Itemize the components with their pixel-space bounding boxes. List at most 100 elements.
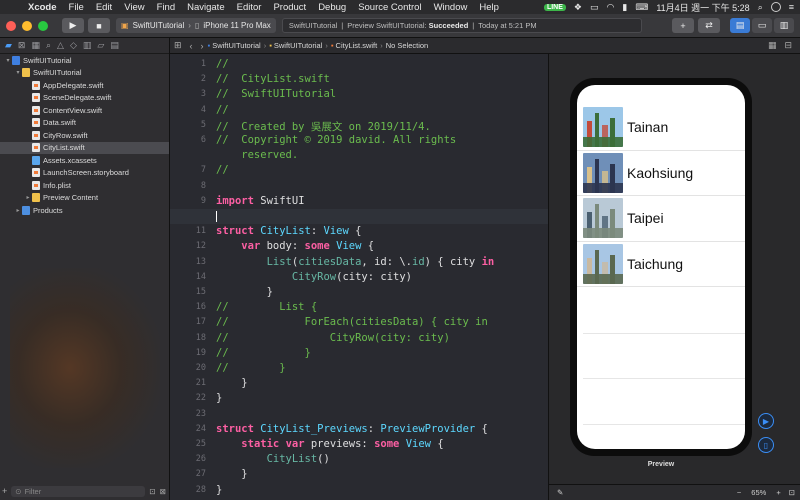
city-row[interactable]: Tainan	[577, 105, 745, 151]
navigator-item[interactable]: AppDelegate.swift	[0, 79, 169, 92]
breadcrumb-item[interactable]: SwiftUITutorial	[212, 41, 260, 50]
code-line[interactable]: // CityList.swift	[216, 73, 330, 85]
modified-files-icon[interactable]: ⊠	[160, 487, 166, 496]
minimize-window-button[interactable]	[22, 20, 32, 31]
menu-editor[interactable]: Editor	[231, 2, 268, 13]
code-line[interactable]: // ForEach(citiesData) { city in	[216, 316, 488, 328]
code-line[interactable]: var body: some View {	[216, 240, 374, 252]
code-line[interactable]: }	[216, 392, 222, 404]
code-line[interactable]: //	[216, 104, 229, 116]
menu-file[interactable]: File	[63, 2, 90, 13]
navigator-item[interactable]: ▾ SwiftUITutorial	[0, 54, 169, 67]
close-window-button[interactable]	[6, 20, 16, 31]
navigator-item[interactable]: Data.swift	[0, 117, 169, 130]
dropbox-icon[interactable]: ❖	[574, 2, 582, 13]
device-screen[interactable]: Tainan Kaohsiung Taipei Taichung	[577, 85, 745, 449]
report-icon[interactable]: ▤	[110, 40, 119, 51]
pin-icon[interactable]: ✎	[557, 488, 563, 497]
source-control-icon[interactable]: ⊠	[18, 40, 26, 51]
adjust-editor-icon[interactable]: ▦	[768, 40, 777, 51]
code-line[interactable]: }	[216, 468, 247, 480]
navigator-item[interactable]: Info.plist	[0, 179, 169, 192]
code-line[interactable]: import SwiftUI	[216, 195, 305, 207]
test-icon[interactable]: ◇	[70, 40, 77, 51]
navigator-item[interactable]: CityList.swift	[0, 141, 169, 154]
debug-icon[interactable]: ▥	[83, 40, 92, 51]
navigator-item[interactable]: ▸ Preview Content	[0, 192, 169, 205]
code-line[interactable]: // }	[216, 347, 311, 359]
line-badge[interactable]: LINE	[543, 3, 566, 11]
code-line[interactable]: List(citiesData, id: \.id) { city in	[216, 256, 495, 268]
navigator-item[interactable]: SceneDelegate.swift	[0, 92, 169, 105]
code-line[interactable]: CityRow(city: city)	[216, 271, 412, 283]
code-line[interactable]: reserved.	[216, 149, 298, 161]
actual-size-icon[interactable]: ⊡	[789, 488, 795, 497]
code-line[interactable]	[216, 210, 217, 222]
navigator-item[interactable]: ▸ Products	[0, 204, 169, 217]
city-row[interactable]: Taipei	[577, 196, 745, 242]
code-review-button[interactable]: ⇄	[698, 18, 720, 33]
user-icon[interactable]	[770, 2, 781, 12]
input-source-icon[interactable]: ⌨	[635, 2, 648, 13]
menu-source-control[interactable]: Source Control	[352, 2, 427, 13]
forward-arrow-icon[interactable]: ›	[201, 41, 204, 51]
folder-icon[interactable]: ▰	[5, 40, 12, 51]
search-icon[interactable]: ⌕	[758, 2, 763, 13]
toggle-debug-button[interactable]: ▭	[752, 18, 772, 33]
disclosure-icon[interactable]: ▸	[24, 194, 32, 201]
stop-button[interactable]: ■	[88, 18, 110, 33]
run-button[interactable]: ▶	[62, 18, 84, 33]
source-editor[interactable]: 1234567891011121314151617181920212223242…	[170, 54, 548, 500]
menu-product[interactable]: Product	[267, 2, 312, 13]
related-items-icon[interactable]: ⊞	[174, 40, 182, 51]
filter-input[interactable]: ⊙ Filter	[11, 485, 146, 497]
wifi-icon[interactable]: ◠	[607, 2, 615, 13]
live-preview-button[interactable]: ▶	[758, 413, 774, 429]
menu-view[interactable]: View	[118, 2, 150, 13]
battery-icon[interactable]: ▮	[622, 2, 627, 13]
back-arrow-icon[interactable]: ‹	[190, 41, 193, 51]
disclosure-icon[interactable]: ▾	[4, 57, 12, 64]
recent-files-icon[interactable]: ⊡	[149, 487, 155, 496]
navigator-item[interactable]: ContentView.swift	[0, 104, 169, 117]
find-icon[interactable]: ⌕	[46, 40, 51, 51]
symbol-icon[interactable]: ▦	[31, 40, 40, 51]
warning-icon[interactable]: △	[57, 40, 64, 51]
add-editor-icon[interactable]: ⊟	[784, 40, 792, 51]
code-line[interactable]: // CityRow(city: city)	[216, 332, 450, 344]
control-center-icon[interactable]: ≡	[789, 2, 794, 12]
scheme-selector[interactable]: ▣ SwiftUITutorial › ▯ iPhone 11 Pro Max	[116, 18, 276, 33]
clock[interactable]: 11月4日 週一 下午 5:28	[656, 1, 749, 14]
toggle-inspector-button[interactable]: ▥	[774, 18, 794, 33]
navigator-item[interactable]: ▾ SwiftUITutorial	[0, 67, 169, 80]
navigator-item[interactable]: CityRow.swift	[0, 129, 169, 142]
menu-help[interactable]: Help	[473, 2, 505, 13]
zoom-in-icon[interactable]: +	[776, 488, 780, 497]
code-line[interactable]: // Created by 吳展文 on 2019/11/4.	[216, 119, 431, 134]
code-line[interactable]: struct CityList_Previews: PreviewProvide…	[216, 423, 488, 435]
code-line[interactable]: struct CityList: View {	[216, 225, 361, 237]
disclosure-icon[interactable]: ▸	[14, 207, 22, 214]
menu-navigate[interactable]: Navigate	[181, 2, 231, 13]
navigator-item[interactable]: Assets.xcassets	[0, 154, 169, 167]
navigator-item[interactable]: LaunchScreen.storyboard	[0, 167, 169, 180]
airplay-icon[interactable]: ▭	[590, 2, 599, 13]
breadcrumb-item[interactable]: CityList.swift	[336, 41, 378, 50]
breakpoint-icon[interactable]: ▱	[97, 40, 104, 51]
zoom-window-button[interactable]	[38, 20, 48, 31]
zoom-out-icon[interactable]: −	[737, 488, 741, 497]
code-line[interactable]: }	[216, 377, 247, 389]
code-line[interactable]: static var previews: some View {	[216, 438, 443, 450]
menu-edit[interactable]: Edit	[90, 2, 118, 13]
disclosure-icon[interactable]: ▾	[14, 69, 22, 76]
city-row[interactable]: Taichung	[577, 242, 745, 287]
code-line[interactable]: }	[216, 286, 273, 298]
code-line[interactable]: CityList()	[216, 453, 330, 465]
code-line[interactable]: // SwiftUITutorial	[216, 88, 336, 100]
code-line[interactable]: //	[216, 58, 229, 70]
breadcrumb-item[interactable]: No Selection	[386, 41, 429, 50]
menu-app-name[interactable]: Xcode	[22, 2, 63, 13]
code-line[interactable]: //	[216, 164, 229, 176]
menu-window[interactable]: Window	[428, 2, 474, 13]
menu-find[interactable]: Find	[151, 2, 181, 13]
